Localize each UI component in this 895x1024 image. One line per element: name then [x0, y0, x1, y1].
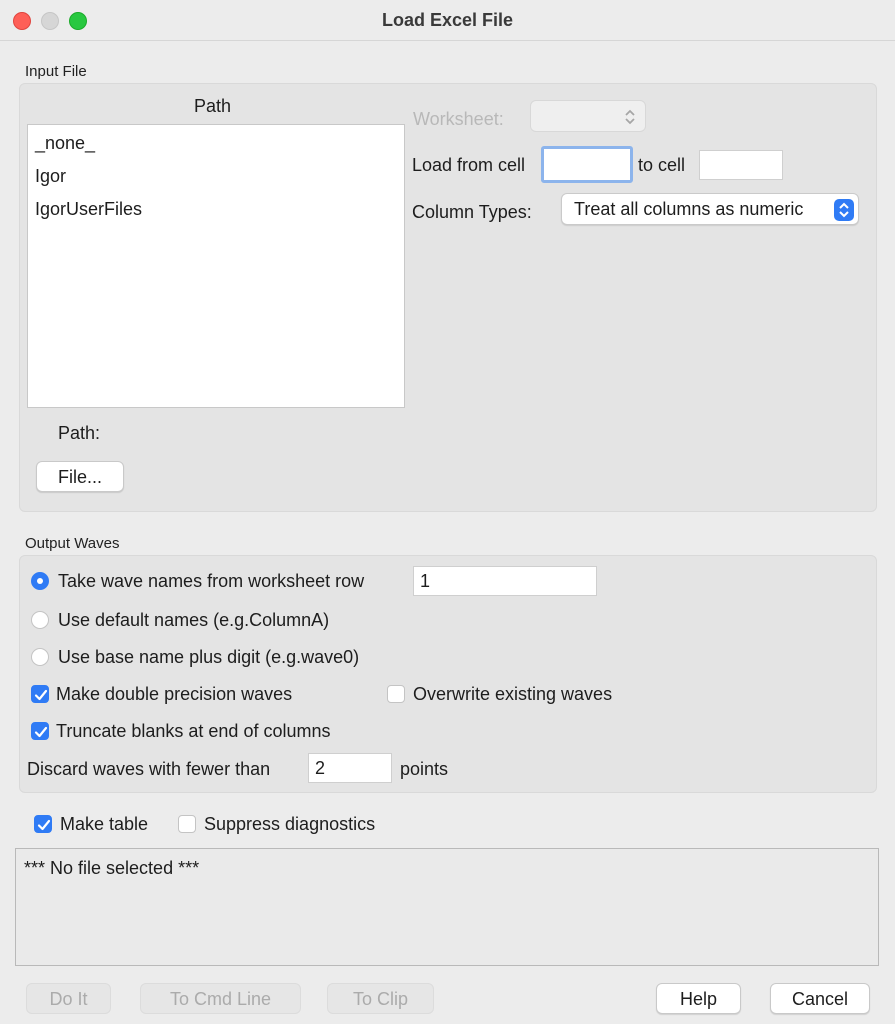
chevron-updown-icon — [625, 109, 635, 125]
wave-names-from-row-label: Take wave names from worksheet row — [58, 571, 365, 591]
load-from-cell-input[interactable] — [541, 146, 633, 183]
discard-waves-label: Discard waves with fewer than — [27, 759, 271, 779]
help-button[interactable]: Help — [656, 983, 741, 1014]
cancel-button[interactable]: Cancel — [770, 983, 870, 1014]
column-types-popup[interactable]: Treat all columns as numeric — [561, 193, 859, 225]
chevron-updown-icon — [834, 199, 854, 221]
load-from-cell-label: Load from cell — [412, 155, 526, 175]
double-precision-checkbox[interactable] — [31, 685, 49, 703]
worksheet-popup[interactable] — [530, 100, 646, 132]
wave-names-from-row-radio[interactable] — [31, 572, 49, 590]
make-table-label: Make table — [60, 814, 149, 834]
default-names-label: Use default names (e.g.ColumnA) — [58, 610, 330, 630]
points-label: points — [400, 759, 449, 779]
double-precision-label: Make double precision waves — [56, 684, 293, 704]
status-area: *** No file selected *** — [15, 848, 879, 966]
truncate-blanks-label: Truncate blanks at end of columns — [56, 721, 331, 741]
worksheet-label: Worksheet: — [413, 109, 504, 129]
path-label: Path: — [58, 423, 101, 443]
to-cmd-line-button[interactable]: To Cmd Line — [140, 983, 301, 1014]
path-list[interactable]: _none_ Igor IgorUserFiles — [27, 124, 405, 408]
default-names-radio[interactable] — [31, 611, 49, 629]
status-text: *** No file selected *** — [24, 858, 200, 878]
base-name-radio[interactable] — [31, 648, 49, 666]
load-excel-dialog: Load Excel File Input File Path _none_ I… — [0, 0, 895, 1024]
window-title: Load Excel File — [381, 10, 514, 30]
path-list-header: Path — [194, 96, 232, 116]
checkmark-icon — [37, 819, 51, 831]
truncate-blanks-checkbox[interactable] — [31, 722, 49, 740]
suppress-diagnostics-checkbox[interactable] — [178, 815, 196, 833]
column-types-label: Column Types: — [412, 202, 532, 222]
discard-points-input[interactable] — [308, 753, 392, 783]
base-name-label: Use base name plus digit (e.g.wave0) — [58, 647, 360, 667]
to-cell-label: to cell — [638, 155, 686, 175]
make-table-checkbox[interactable] — [34, 815, 52, 833]
to-clip-button[interactable]: To Clip — [327, 983, 434, 1014]
path-list-item[interactable]: IgorUserFiles — [35, 199, 142, 220]
path-list-item[interactable]: _none_ — [35, 133, 95, 154]
path-list-item[interactable]: Igor — [35, 166, 66, 187]
file-button[interactable]: File... — [36, 461, 124, 492]
checkmark-icon — [34, 689, 48, 701]
output-waves-group-label: Output Waves — [25, 535, 120, 552]
column-types-value: Treat all columns as numeric — [574, 199, 804, 219]
overwrite-checkbox[interactable] — [387, 685, 405, 703]
checkmark-icon — [34, 726, 48, 738]
title-bar: Load Excel File — [0, 0, 895, 41]
worksheet-row-input[interactable] — [413, 566, 597, 596]
do-it-button[interactable]: Do It — [26, 983, 111, 1014]
overwrite-label: Overwrite existing waves — [413, 684, 613, 704]
to-cell-input[interactable] — [699, 150, 783, 180]
suppress-diagnostics-label: Suppress diagnostics — [204, 814, 376, 834]
input-file-group-label: Input File — [25, 63, 87, 80]
